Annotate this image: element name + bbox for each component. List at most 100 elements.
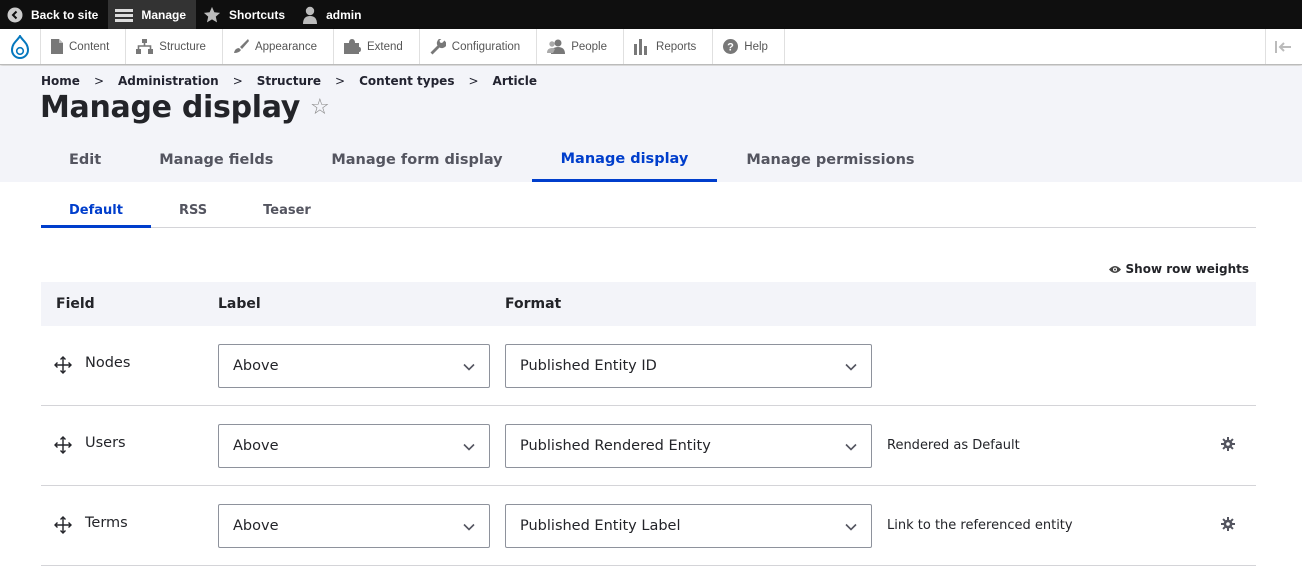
chevron-down-icon bbox=[845, 363, 857, 371]
menu-item-people[interactable]: People bbox=[537, 29, 625, 64]
tab-manage-form-display[interactable]: Manage form display bbox=[302, 138, 531, 182]
menu-item-extend[interactable]: Extend bbox=[334, 29, 420, 64]
format-select[interactable]: Published Entity ID bbox=[505, 344, 872, 388]
label-select[interactable]: Above bbox=[218, 344, 490, 388]
format-select-value: Published Entity Label bbox=[520, 518, 681, 534]
people-icon bbox=[547, 39, 566, 54]
breadcrumb-link-administration[interactable]: Administration bbox=[118, 74, 219, 88]
show-row-weights-button[interactable]: Show row weights bbox=[1108, 262, 1249, 276]
breadcrumb-link-home[interactable]: Home bbox=[41, 74, 80, 88]
wrench-icon bbox=[430, 38, 446, 54]
manage-tab[interactable]: Manage bbox=[108, 0, 197, 29]
column-header-label: Label bbox=[218, 296, 261, 312]
menu-item-label: Configuration bbox=[451, 40, 521, 53]
subtab-rss[interactable]: RSS bbox=[151, 194, 235, 227]
menu-item-label: Help bbox=[744, 40, 768, 53]
admin-toolbar: Back to site Manage Shortcuts admin bbox=[0, 0, 1302, 29]
table-row: Users Above Published Rendered Entity Re… bbox=[41, 406, 1256, 486]
menu-item-label: Appearance bbox=[254, 40, 317, 53]
shortcut-star-icon[interactable]: ☆ bbox=[310, 95, 330, 120]
chevron-left-circle-icon bbox=[7, 7, 23, 22]
back-to-site-label: Back to site bbox=[31, 7, 99, 22]
user-icon bbox=[303, 6, 318, 24]
menu-item-label: People bbox=[571, 40, 608, 53]
label-select-value: Above bbox=[233, 358, 279, 374]
primary-tabs: Edit Manage fields Manage form display M… bbox=[40, 138, 944, 182]
menu-item-label: Extend bbox=[366, 40, 403, 53]
manage-label: Manage bbox=[141, 7, 187, 22]
menu-item-label: Reports bbox=[656, 40, 697, 53]
menu-item-label: Structure bbox=[159, 40, 206, 53]
chevron-down-icon bbox=[463, 523, 475, 531]
drupal-logo-icon[interactable] bbox=[0, 29, 41, 64]
label-select[interactable]: Above bbox=[218, 504, 490, 548]
breadcrumb-separator: > bbox=[335, 74, 346, 88]
tab-manage-permissions[interactable]: Manage permissions bbox=[717, 138, 943, 182]
format-summary: Link to the referenced entity bbox=[887, 518, 1073, 533]
help-icon: ? bbox=[723, 39, 739, 54]
file-icon bbox=[51, 39, 63, 54]
chevron-down-icon bbox=[463, 363, 475, 371]
collapse-toolbar-icon[interactable] bbox=[1265, 29, 1302, 64]
gear-icon[interactable] bbox=[1221, 517, 1235, 531]
breadcrumb: Home > Administration > Structure > Cont… bbox=[41, 74, 537, 88]
page-title-text: Manage display bbox=[40, 90, 301, 125]
menu-item-label: Content bbox=[69, 40, 110, 53]
eye-icon bbox=[1108, 265, 1121, 273]
table-row: Terms Above Published Entity Label Link … bbox=[41, 486, 1256, 566]
menu-item-structure[interactable]: Structure bbox=[126, 29, 223, 64]
label-select-value: Above bbox=[233, 438, 279, 454]
user-tab[interactable]: admin bbox=[295, 0, 371, 29]
field-name: Terms bbox=[85, 515, 128, 531]
format-select[interactable]: Published Entity Label bbox=[505, 504, 872, 548]
label-select[interactable]: Above bbox=[218, 424, 490, 468]
gear-icon[interactable] bbox=[1221, 437, 1235, 451]
menu-item-content[interactable]: Content bbox=[41, 29, 127, 64]
tab-manage-display[interactable]: Manage display bbox=[531, 138, 718, 182]
label-select-value: Above bbox=[233, 518, 279, 534]
breadcrumb-separator: > bbox=[232, 74, 243, 88]
format-select-value: Published Rendered Entity bbox=[520, 438, 711, 454]
page-title: Manage display ☆ bbox=[40, 90, 330, 125]
table-row: Nodes Above Published Entity ID bbox=[41, 326, 1256, 406]
breadcrumb-link-structure[interactable]: Structure bbox=[257, 74, 321, 88]
table-header: Field Label Format bbox=[41, 282, 1256, 326]
subtab-teaser[interactable]: Teaser bbox=[235, 194, 339, 227]
chevron-down-icon bbox=[845, 443, 857, 451]
format-select-value: Published Entity ID bbox=[520, 358, 657, 374]
menu-item-help[interactable]: ? Help bbox=[713, 29, 785, 64]
secondary-tabs: Default RSS Teaser bbox=[41, 194, 1256, 228]
show-row-weights-label: Show row weights bbox=[1125, 262, 1249, 276]
chevron-down-icon bbox=[845, 523, 857, 531]
shortcuts-label: Shortcuts bbox=[229, 7, 286, 22]
breadcrumb-separator: > bbox=[468, 74, 479, 88]
format-summary: Rendered as Default bbox=[887, 438, 1020, 453]
column-header-field: Field bbox=[56, 296, 95, 312]
page-header: Home > Administration > Structure > Cont… bbox=[0, 66, 1302, 182]
column-header-format: Format bbox=[505, 296, 562, 312]
field-name: Nodes bbox=[85, 355, 131, 371]
hamburger-icon bbox=[115, 8, 134, 22]
drag-handle-icon[interactable] bbox=[54, 356, 72, 374]
tab-edit[interactable]: Edit bbox=[40, 138, 130, 182]
menu-item-reports[interactable]: Reports bbox=[624, 29, 714, 64]
svg-text:?: ? bbox=[727, 42, 734, 54]
drag-handle-icon[interactable] bbox=[54, 516, 72, 534]
menu-item-appearance[interactable]: Appearance bbox=[223, 29, 334, 64]
chevron-down-icon bbox=[463, 443, 475, 451]
tab-manage-fields[interactable]: Manage fields bbox=[130, 138, 302, 182]
menu-item-configuration[interactable]: Configuration bbox=[420, 29, 538, 64]
field-name: Users bbox=[85, 435, 126, 451]
admin-menu: Content Structure Appearance Extend Conf… bbox=[0, 29, 1302, 65]
back-to-site-link[interactable]: Back to site bbox=[0, 0, 108, 29]
paintbrush-icon bbox=[233, 39, 249, 53]
breadcrumb-link-article[interactable]: Article bbox=[493, 74, 537, 88]
format-select[interactable]: Published Rendered Entity bbox=[505, 424, 872, 468]
user-label: admin bbox=[326, 7, 362, 22]
shortcuts-tab[interactable]: Shortcuts bbox=[196, 0, 295, 29]
drag-handle-icon[interactable] bbox=[54, 436, 72, 454]
breadcrumb-link-content-types[interactable]: Content types bbox=[359, 74, 454, 88]
breadcrumb-separator: > bbox=[93, 74, 104, 88]
star-icon bbox=[203, 6, 221, 22]
subtab-default[interactable]: Default bbox=[41, 194, 151, 228]
